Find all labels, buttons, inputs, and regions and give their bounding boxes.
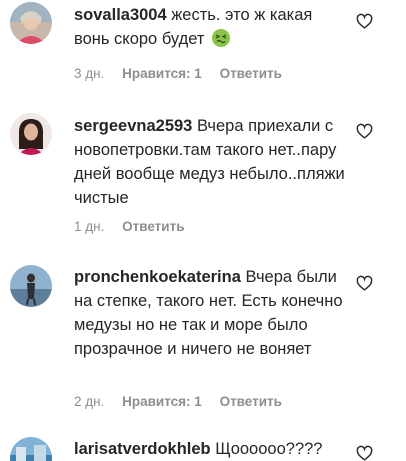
comment-time: 1 дн.: [74, 219, 105, 234]
comment-meta: 2 дн. Нравится: 1 Ответить: [74, 394, 296, 409]
like-heart-icon[interactable]: [356, 445, 374, 461]
comment-meta: 1 дн. Ответить: [74, 219, 199, 234]
like-heart-icon[interactable]: [356, 13, 374, 31]
reply-button[interactable]: Ответить: [122, 219, 184, 234]
comment-username[interactable]: sergeevna2593: [74, 117, 192, 135]
comment-username[interactable]: pronchenkoekaterina: [74, 268, 241, 286]
reply-button[interactable]: Ответить: [220, 394, 282, 409]
comment-time: 3 дн.: [74, 66, 105, 81]
avatar[interactable]: [10, 265, 52, 307]
avatar[interactable]: [10, 2, 52, 44]
comment-body: larisatverdokhleb Щоооооо????: [74, 437, 346, 461]
comment-meta: 3 дн. Нравится: 1 Ответить: [74, 66, 296, 81]
like-heart-icon[interactable]: [356, 275, 374, 293]
comment-time: 2 дн.: [74, 394, 105, 409]
nauseated-face-icon: [211, 28, 231, 48]
avatar[interactable]: [10, 437, 52, 461]
comment-body: sergeevna2593 Вчера приехали с новопетро…: [74, 114, 346, 210]
likes-count[interactable]: Нравится: 1: [122, 394, 202, 409]
comment-body: pronchenkoekaterina Вчера были на степке…: [74, 265, 346, 361]
comments-list: sovalla3004 жесть. это ж какая вонь скор…: [0, 0, 406, 461]
comment-username[interactable]: larisatverdokhleb: [74, 440, 211, 458]
comment-text: Щоооооо????: [215, 440, 323, 458]
likes-count[interactable]: Нравится: 1: [122, 66, 202, 81]
comment-body: sovalla3004 жесть. это ж какая вонь скор…: [74, 3, 346, 51]
comment-username[interactable]: sovalla3004: [74, 6, 167, 24]
avatar[interactable]: [10, 113, 52, 155]
like-heart-icon[interactable]: [356, 123, 374, 141]
reply-button[interactable]: Ответить: [220, 66, 282, 81]
